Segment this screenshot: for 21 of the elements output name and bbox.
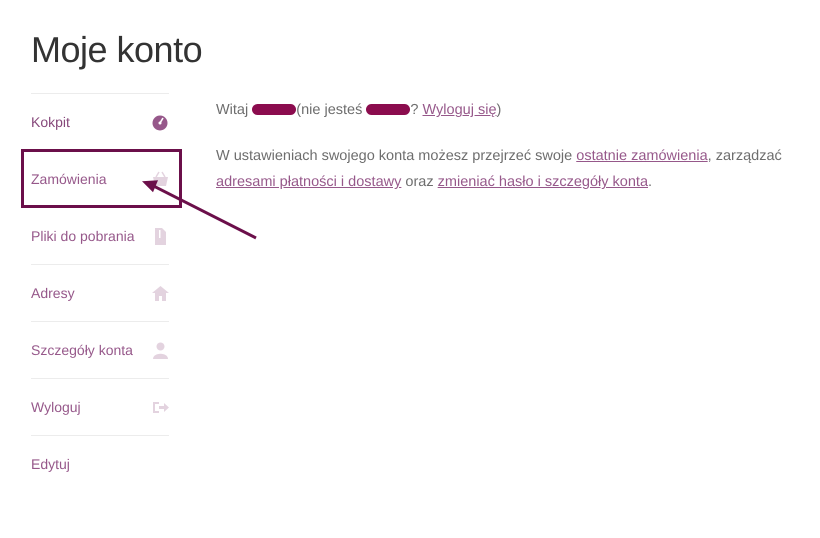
text-link[interactable]: zmieniać hasło i szczegóły konta [438, 174, 648, 190]
basket-icon [152, 171, 169, 188]
file-icon [152, 228, 169, 246]
redaction-mark [252, 104, 296, 116]
nav-link[interactable]: Adresy [31, 281, 75, 306]
user-icon [152, 342, 169, 360]
text-link[interactable]: adresami płatności i dostawy [216, 174, 402, 190]
redaction-mark [366, 104, 410, 116]
nav-link[interactable]: Zamówienia [31, 167, 106, 192]
home-icon [152, 285, 169, 302]
nav-link[interactable]: Kokpit [31, 110, 70, 134]
nav-link[interactable]: Edytuj [31, 452, 70, 476]
text-link[interactable]: Wyloguj się [422, 102, 497, 118]
gauge-icon [152, 114, 169, 132]
nav-link[interactable]: Szczegóły konta [31, 338, 133, 362]
text-link[interactable]: ostatnie zamówienia [576, 148, 708, 164]
nav-link[interactable]: Pliki do pobrania [31, 224, 135, 248]
page-title: Moje konto [31, 28, 202, 72]
greeting-text: Witaj (nie jesteś ? Wyloguj się) [216, 101, 502, 120]
intro-text: W ustawieniach swojego konta możesz przejrzeć swoje ostatnie zamówienia, zarządzać adresami płatności i dostawy oraz zmieniać hasło i szczegóły konta. [216, 147, 783, 192]
nav-link[interactable]: Wyloguj [31, 395, 81, 420]
